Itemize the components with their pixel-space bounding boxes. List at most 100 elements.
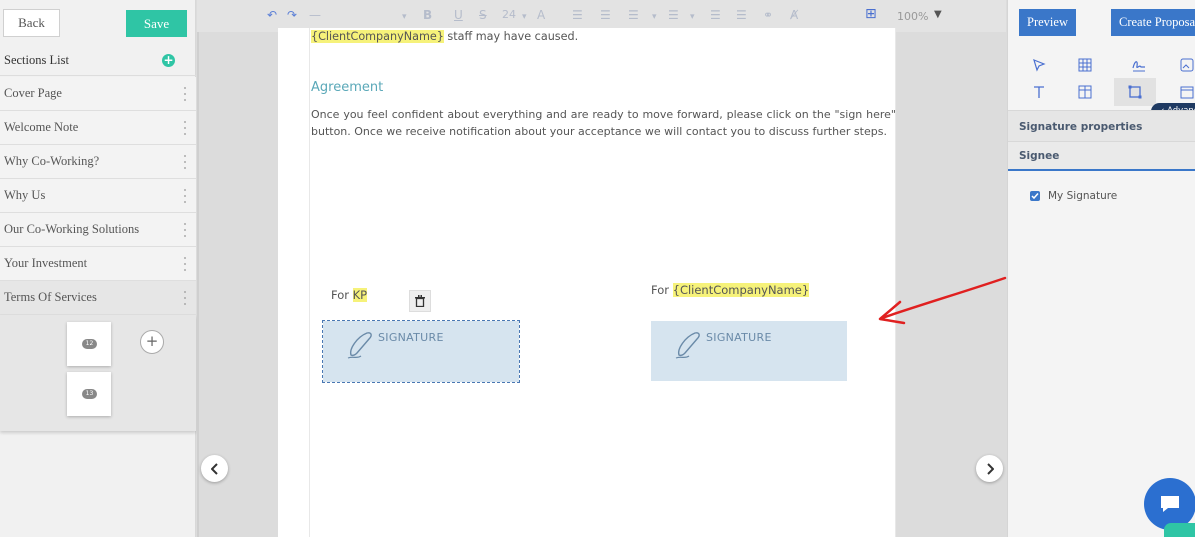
table-tool[interactable] xyxy=(1070,53,1100,77)
pricing-table-tool[interactable] xyxy=(1070,80,1100,104)
shape-tool[interactable] xyxy=(1114,78,1156,106)
preview-button[interactable]: Preview xyxy=(1019,9,1076,36)
pricing-table-icon xyxy=(1078,85,1092,99)
client-company-placeholder[interactable]: {ClientCompanyName} xyxy=(311,30,444,43)
bold-icon[interactable]: B xyxy=(423,8,432,22)
zoom-value[interactable]: 100% xyxy=(897,10,928,23)
drag-handle-icon[interactable] xyxy=(184,223,187,237)
signature-box-selected[interactable]: SIGNATURE xyxy=(322,320,520,383)
undo-icon[interactable]: ↶ xyxy=(267,8,277,22)
section-item-label: Why Us xyxy=(4,188,46,202)
signature-pen-icon xyxy=(347,332,372,359)
drag-handle-icon[interactable] xyxy=(184,257,187,271)
signature-pen-icon xyxy=(675,332,700,359)
chat-badge xyxy=(1164,523,1195,537)
signature-box[interactable]: SIGNATURE xyxy=(651,321,847,381)
link-icon[interactable]: ⚭ xyxy=(763,8,773,22)
drag-handle-icon[interactable] xyxy=(184,87,187,101)
section-item-cover-page[interactable]: Cover Page xyxy=(0,77,196,111)
client-company-placeholder[interactable]: {ClientCompanyName} xyxy=(672,283,810,297)
kp-placeholder[interactable]: KP xyxy=(352,288,368,302)
sections-list: Cover Page Welcome Note Why Co-Working? … xyxy=(0,77,196,315)
align-icon[interactable]: ☰ xyxy=(600,8,611,22)
chevron-down-icon[interactable]: ▾ xyxy=(522,12,527,22)
text-color-icon[interactable]: A xyxy=(537,8,545,22)
previous-page-button[interactable] xyxy=(201,455,228,482)
section-item-terms-of-services[interactable]: Terms Of Services xyxy=(0,281,196,315)
document-page[interactable]: {ClientCompanyName} staff may have cause… xyxy=(278,28,896,537)
right-panel: Preview Create Proposal ‹ Advanced Signa… xyxy=(1007,0,1195,537)
text-span: staff may have caused. xyxy=(443,30,579,43)
signature-icon xyxy=(1132,61,1145,72)
my-signature-option[interactable]: My Signature xyxy=(1030,190,1117,202)
date-tool[interactable] xyxy=(1172,80,1195,104)
section-item-label: Your Investment xyxy=(4,256,88,270)
signer-right-label: For {ClientCompanyName} xyxy=(651,283,810,297)
delete-block-button[interactable] xyxy=(409,290,431,312)
left-sidebar: Back Save Sections List + Cover Page Wel… xyxy=(0,0,196,537)
section-item-why-us[interactable]: Why Us xyxy=(0,179,196,213)
section-item-label: Why Co-Working? xyxy=(4,154,100,168)
signature-properties-header[interactable]: Signature properties xyxy=(1008,110,1195,142)
image-tool[interactable] xyxy=(1172,53,1195,77)
chevron-down-icon[interactable]: ▾ xyxy=(690,12,695,22)
text-tool[interactable] xyxy=(1024,80,1054,104)
indent-icon[interactable]: ☰ xyxy=(668,8,679,22)
redo-icon[interactable]: ↷ xyxy=(287,8,297,22)
back-button[interactable]: Back xyxy=(3,9,60,37)
section-item-label: Welcome Note xyxy=(4,120,79,134)
drag-handle-icon[interactable] xyxy=(184,189,187,203)
my-signature-label: My Signature xyxy=(1048,190,1118,202)
agreement-paragraph[interactable]: Once you feel confident about everything… xyxy=(311,106,896,140)
add-section-icon[interactable]: + xyxy=(162,54,175,67)
chevron-down-icon[interactable]: ▾ xyxy=(402,12,407,22)
section-item-welcome-note[interactable]: Welcome Note xyxy=(0,111,196,145)
scroll-track xyxy=(197,32,199,537)
section-item-why-co-working[interactable]: Why Co-Working? xyxy=(0,145,196,179)
drag-handle-icon[interactable] xyxy=(184,291,187,305)
page-number: 12 xyxy=(82,339,97,349)
underline-icon[interactable]: U xyxy=(454,8,463,22)
section-item-label: Our Co-Working Solutions xyxy=(4,222,140,236)
cursor-icon xyxy=(1033,58,1046,72)
drag-handle-icon[interactable] xyxy=(184,155,187,169)
agreement-heading[interactable]: Agreement xyxy=(311,80,383,95)
section-item-your-investment[interactable]: Your Investment xyxy=(0,247,196,281)
strikethrough-icon[interactable]: S xyxy=(479,8,487,22)
ordered-list-icon[interactable]: ☰ xyxy=(572,8,583,22)
shape-icon xyxy=(1128,85,1142,99)
bullet-list-icon[interactable]: ☰ xyxy=(628,8,639,22)
outdent-icon[interactable]: ☰ xyxy=(710,8,721,22)
zoom-dropdown-icon[interactable]: ▼ xyxy=(934,9,942,20)
signature-label: SIGNATURE xyxy=(378,331,444,344)
page-thumbnail[interactable]: 12 xyxy=(67,322,111,366)
create-proposal-button[interactable]: Create Proposal xyxy=(1111,9,1195,36)
sections-list-title: Sections List xyxy=(4,53,69,67)
clear-format-icon[interactable]: Ⱥ xyxy=(790,8,798,22)
table-icon xyxy=(1078,58,1092,72)
page-thumbnail[interactable]: 13 xyxy=(67,372,111,416)
table-icon[interactable]: ⊞ xyxy=(865,6,877,22)
page-thumbnails: 12 13 xyxy=(0,315,196,431)
section-item-label: Terms Of Services xyxy=(4,290,97,304)
save-button[interactable]: Save xyxy=(126,10,187,37)
signee-tab[interactable]: Signee xyxy=(1008,142,1195,171)
page-number: 13 xyxy=(82,389,97,399)
text-icon xyxy=(1034,86,1044,98)
image-icon xyxy=(1180,58,1194,72)
select-tool[interactable] xyxy=(1024,53,1054,77)
section-item-label: Cover Page xyxy=(4,86,62,100)
indent-more-icon[interactable]: ☰ xyxy=(736,8,747,22)
for-prefix: For xyxy=(331,288,353,302)
drag-handle-icon[interactable] xyxy=(184,121,187,135)
next-page-button[interactable] xyxy=(976,455,1003,482)
chevron-down-icon[interactable]: ▾ xyxy=(652,12,657,22)
for-prefix: For xyxy=(651,283,673,297)
checkbox-checked-icon[interactable] xyxy=(1030,191,1040,201)
section-item-solutions[interactable]: Our Co-Working Solutions xyxy=(0,213,196,247)
add-page-button[interactable]: + xyxy=(140,330,164,354)
font-size-value[interactable]: 24 xyxy=(502,8,516,21)
signature-tool[interactable] xyxy=(1124,53,1154,77)
annotation-arrow-icon xyxy=(878,276,1007,325)
text-line[interactable]: {ClientCompanyName} staff may have cause… xyxy=(311,30,578,43)
